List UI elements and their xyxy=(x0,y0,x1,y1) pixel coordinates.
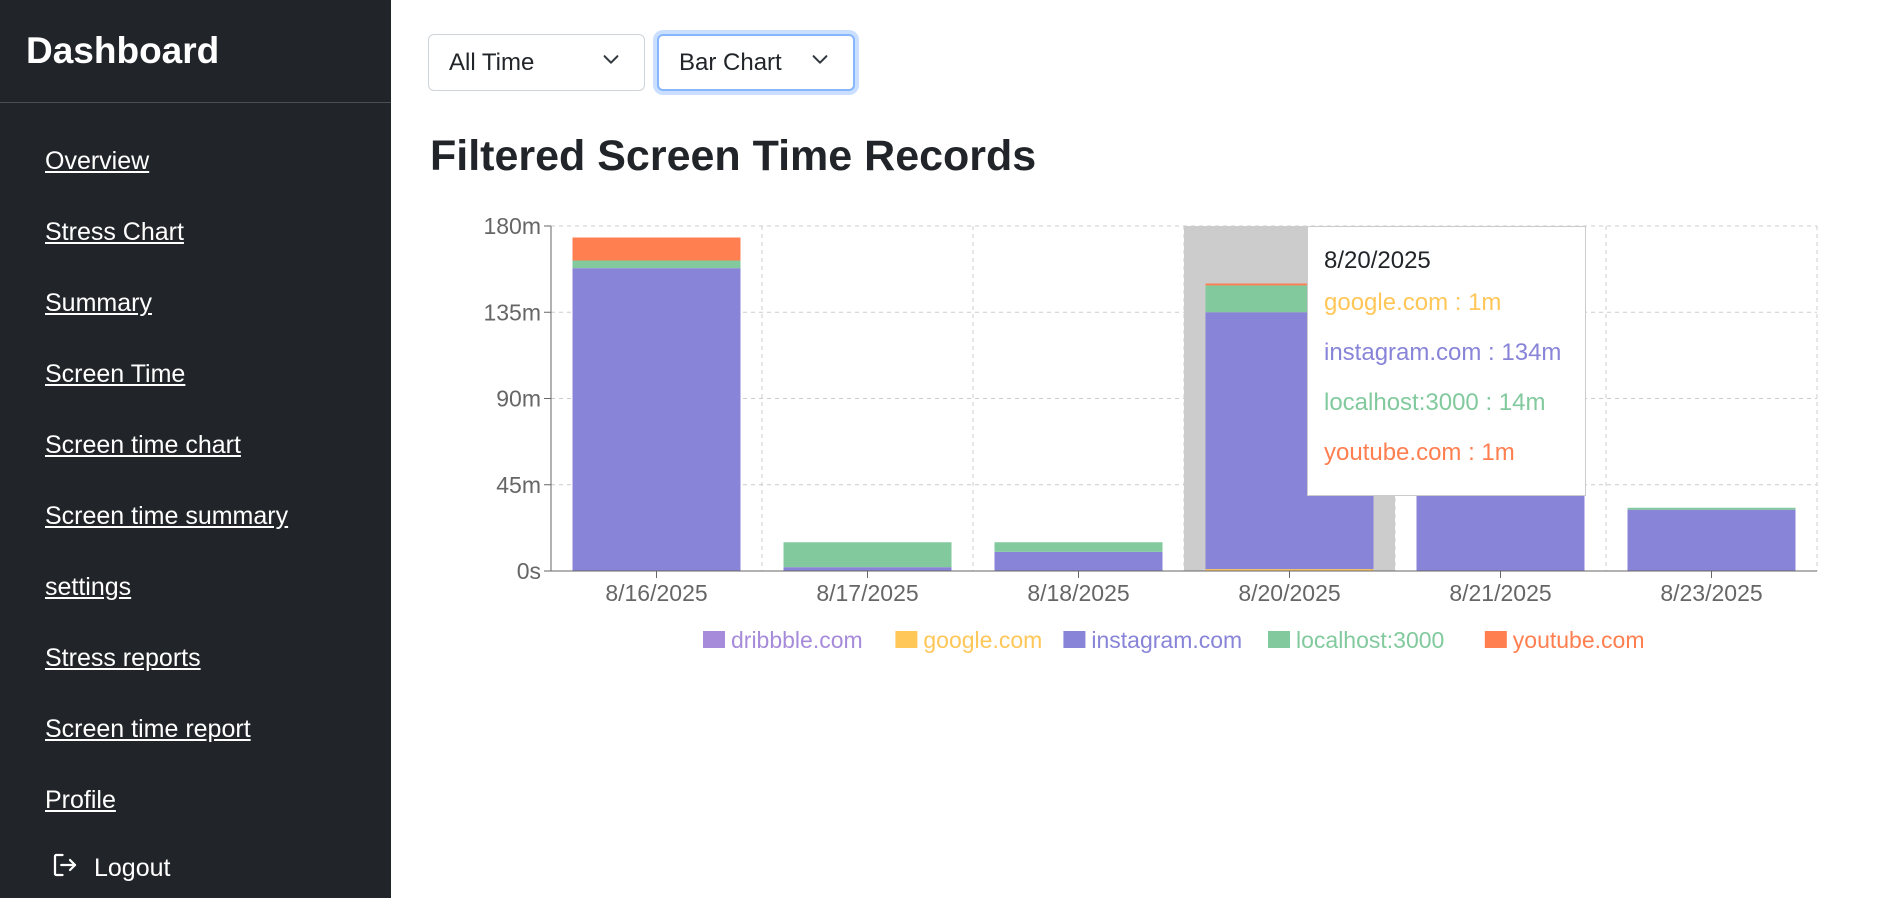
legend-label: dribbble.com xyxy=(731,627,863,653)
legend-swatch xyxy=(1268,631,1290,648)
legend-label: localhost:3000 xyxy=(1296,627,1444,653)
y-tick-label: 45m xyxy=(496,472,541,498)
y-tick-label: 90m xyxy=(496,386,541,412)
tooltip-date: 8/20/2025 xyxy=(1324,247,1431,274)
legend-swatch xyxy=(703,631,725,648)
y-tick-label: 135m xyxy=(483,299,541,325)
legend-swatch xyxy=(895,631,918,648)
sidebar-item-overview[interactable]: Overview xyxy=(45,147,149,176)
tooltip-row-instagram: instagram.com : 134m xyxy=(1324,339,1562,366)
sidebar-item-summary[interactable]: Summary xyxy=(45,289,152,318)
x-tick-label: 8/18/2025 xyxy=(1027,580,1129,606)
bar-segment xyxy=(1627,509,1796,571)
tooltip-row-localhost: localhost:3000 : 14m xyxy=(1324,389,1546,416)
legend-label: youtube.com xyxy=(1513,627,1645,653)
bar-segment xyxy=(572,237,741,261)
logout-button[interactable]: Logout xyxy=(50,850,170,887)
x-tick-label: 8/16/2025 xyxy=(605,580,707,606)
tooltip-row-google: google.com : 1m xyxy=(1324,289,1502,316)
bar-segment xyxy=(783,542,952,568)
y-tick-label: 0s xyxy=(517,558,541,584)
sidebar: Dashboard Overview Stress Chart Summary … xyxy=(0,0,391,898)
legend-label: google.com xyxy=(923,627,1042,653)
sidebar-item-stress-reports[interactable]: Stress reports xyxy=(45,644,201,673)
bar-segment xyxy=(994,542,1163,552)
bar-segment xyxy=(1627,507,1796,510)
sidebar-item-stress-chart[interactable]: Stress Chart xyxy=(45,218,184,247)
bar-segment xyxy=(783,567,952,571)
sidebar-item-screen-time[interactable]: Screen Time xyxy=(45,360,185,389)
bar-segment xyxy=(572,260,741,269)
x-tick-label: 8/23/2025 xyxy=(1660,580,1762,606)
tooltip-row-youtube: youtube.com : 1m xyxy=(1324,439,1515,466)
sidebar-item-screen-time-chart[interactable]: Screen time chart xyxy=(45,431,241,460)
bar-segment xyxy=(572,268,741,571)
legend-swatch xyxy=(1484,631,1507,648)
brand-title: Dashboard xyxy=(0,0,391,103)
sidebar-item-profile[interactable]: Profile xyxy=(45,786,116,815)
x-tick-label: 8/21/2025 xyxy=(1449,580,1551,606)
logout-icon xyxy=(50,850,80,887)
sidebar-item-settings[interactable]: settings xyxy=(45,573,131,602)
bar-segment xyxy=(994,551,1163,571)
logout-label: Logout xyxy=(94,854,171,882)
x-tick-label: 8/20/2025 xyxy=(1238,580,1340,606)
main-content: All Time Bar Chart Filtered Screen Time … xyxy=(391,0,1889,898)
legend-swatch xyxy=(1063,631,1086,648)
sidebar-item-screen-time-summary[interactable]: Screen time summary xyxy=(45,502,288,531)
stacked-bar-chart: 0s 45m 90m 135m 180m 8/16/2025 8/17/2025 8/18/2… xyxy=(483,213,1818,653)
x-tick-label: 8/17/2025 xyxy=(816,580,918,606)
sidebar-item-screen-time-report[interactable]: Screen time report xyxy=(45,715,251,744)
y-tick-label: 180m xyxy=(483,213,541,239)
chart-tooltip: 8/20/2025 google.com : 1m instagram.com … xyxy=(1307,226,1586,496)
legend-label: instagram.com xyxy=(1091,627,1242,653)
